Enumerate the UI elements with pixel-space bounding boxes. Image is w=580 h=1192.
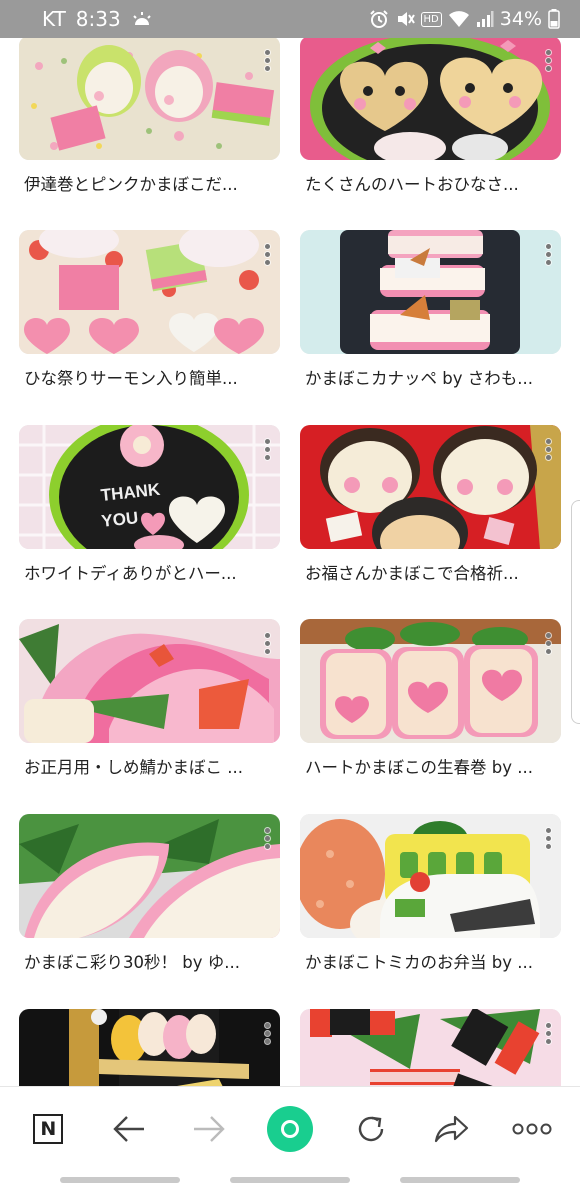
more-options-icon[interactable] bbox=[546, 828, 552, 849]
carrier-label: KT bbox=[42, 7, 66, 31]
recipe-title[interactable]: たくさんのハートおひなさ... bbox=[300, 171, 558, 195]
forward-arrow-icon bbox=[194, 1115, 226, 1142]
recipe-title[interactable]: かまぼこトミカのお弁当 by ... bbox=[300, 949, 558, 973]
more-options-icon[interactable] bbox=[265, 633, 271, 654]
recipe-thumbnail[interactable] bbox=[19, 230, 280, 354]
battery-percent: 34% bbox=[499, 8, 542, 30]
battery-icon bbox=[548, 9, 560, 29]
alarm-icon bbox=[369, 9, 389, 29]
recipe-thumbnail[interactable] bbox=[300, 425, 561, 549]
recipe-card[interactable]: ハートかまぼこの生春巻 by ... bbox=[300, 619, 561, 778]
more-options-icon[interactable] bbox=[265, 1023, 271, 1044]
mute-icon bbox=[395, 9, 415, 29]
recipe-card[interactable] bbox=[19, 1009, 280, 1086]
recipe-thumbnail[interactable] bbox=[300, 230, 561, 354]
naver-home-icon: N bbox=[33, 1113, 64, 1144]
recipe-title[interactable]: かまぼこ彩り30秒！ by ゆ... bbox=[19, 949, 277, 973]
refresh-button[interactable] bbox=[341, 1099, 401, 1159]
recipe-card[interactable]: かまぼこトミカのお弁当 by ... bbox=[300, 814, 561, 973]
recipe-title[interactable]: ハートかまぼこの生春巻 by ... bbox=[300, 754, 558, 778]
forward-button[interactable] bbox=[179, 1099, 239, 1159]
more-options-icon[interactable] bbox=[265, 828, 271, 849]
status-bar: KT 8:33 HD 34% bbox=[0, 0, 580, 38]
recipe-thumbnail[interactable]: THANK YOU bbox=[19, 425, 280, 549]
recipe-card[interactable] bbox=[300, 1009, 561, 1086]
naver-home-button[interactable]: N bbox=[18, 1099, 78, 1159]
recipe-thumbnail[interactable] bbox=[300, 619, 561, 743]
recipe-thumbnail[interactable] bbox=[19, 619, 280, 743]
green-dot-button[interactable] bbox=[260, 1099, 320, 1159]
green-dot-icon bbox=[266, 1105, 313, 1152]
recipe-card[interactable]: 伊達巻とピンクかまぼこだ... bbox=[19, 38, 280, 195]
recipe-card[interactable]: ひな祭りサーモン入り簡単... bbox=[19, 230, 280, 389]
wifi-icon bbox=[448, 10, 470, 28]
recipe-thumbnail[interactable] bbox=[300, 1009, 561, 1086]
weather-sunrise-icon bbox=[131, 11, 153, 27]
recipe-thumbnail[interactable] bbox=[19, 38, 280, 160]
more-options-icon[interactable] bbox=[265, 50, 271, 71]
recipe-card[interactable]: お福さんかまぼこで合格祈... bbox=[300, 425, 561, 584]
back-button[interactable] bbox=[99, 1099, 159, 1159]
more-options-icon[interactable] bbox=[265, 439, 271, 460]
recipe-thumbnail[interactable] bbox=[300, 38, 561, 160]
recipe-card[interactable]: かまぼこ彩り30秒！ by ゆ... bbox=[19, 814, 280, 973]
more-button[interactable] bbox=[502, 1099, 562, 1159]
recipe-card[interactable]: THANK YOU ホワイトディありがとハー... bbox=[19, 425, 280, 584]
refresh-icon bbox=[358, 1116, 383, 1141]
more-options-icon[interactable] bbox=[546, 439, 552, 460]
recipe-title[interactable]: お福さんかまぼこで合格祈... bbox=[300, 560, 558, 584]
scroll-handle[interactable] bbox=[571, 500, 580, 724]
recipe-grid: 伊達巻とピンクかまぼこだ... たくさんのハートおひなさ... ひな祭りサーモン… bbox=[0, 38, 580, 1086]
recipe-thumbnail[interactable] bbox=[300, 814, 561, 938]
more-options-icon[interactable] bbox=[546, 633, 552, 654]
clock: 8:33 bbox=[75, 7, 121, 31]
recipe-title[interactable]: お正月用・しめ鯖かまぼこ ... bbox=[19, 754, 277, 778]
recipe-title[interactable]: 伊達巻とピンクかまぼこだ... bbox=[19, 171, 277, 195]
more-options-icon[interactable] bbox=[546, 244, 552, 265]
recipe-thumbnail[interactable] bbox=[19, 814, 280, 938]
more-icon bbox=[512, 1123, 552, 1134]
share-icon bbox=[434, 1115, 469, 1142]
bottom-toolbar: N bbox=[0, 1086, 580, 1170]
system-nav-bar bbox=[0, 1170, 580, 1192]
nav-pill-left[interactable] bbox=[60, 1177, 180, 1183]
nav-pill-right[interactable] bbox=[400, 1177, 520, 1183]
more-options-icon[interactable] bbox=[265, 244, 271, 265]
more-options-icon[interactable] bbox=[546, 50, 552, 71]
recipe-card[interactable]: お正月用・しめ鯖かまぼこ ... bbox=[19, 619, 280, 778]
recipe-title[interactable]: ひな祭りサーモン入り簡単... bbox=[19, 365, 277, 389]
thumb-text-you: YOU bbox=[100, 508, 139, 531]
recipe-card[interactable]: かまぼこカナッペ by さわも... bbox=[300, 230, 561, 389]
back-arrow-icon bbox=[113, 1115, 144, 1142]
recipe-title[interactable]: かまぼこカナッペ by さわも... bbox=[300, 365, 558, 389]
more-options-icon[interactable] bbox=[546, 1023, 552, 1044]
recipe-thumbnail[interactable] bbox=[19, 1009, 280, 1086]
share-button[interactable] bbox=[421, 1099, 481, 1159]
recipe-card[interactable]: たくさんのハートおひなさ... bbox=[300, 38, 561, 195]
nav-pill-center[interactable] bbox=[230, 1177, 350, 1183]
signal-icon bbox=[476, 10, 494, 28]
hd-voice-icon: HD bbox=[420, 11, 442, 27]
recipe-title[interactable]: ホワイトディありがとハー... bbox=[19, 560, 277, 584]
